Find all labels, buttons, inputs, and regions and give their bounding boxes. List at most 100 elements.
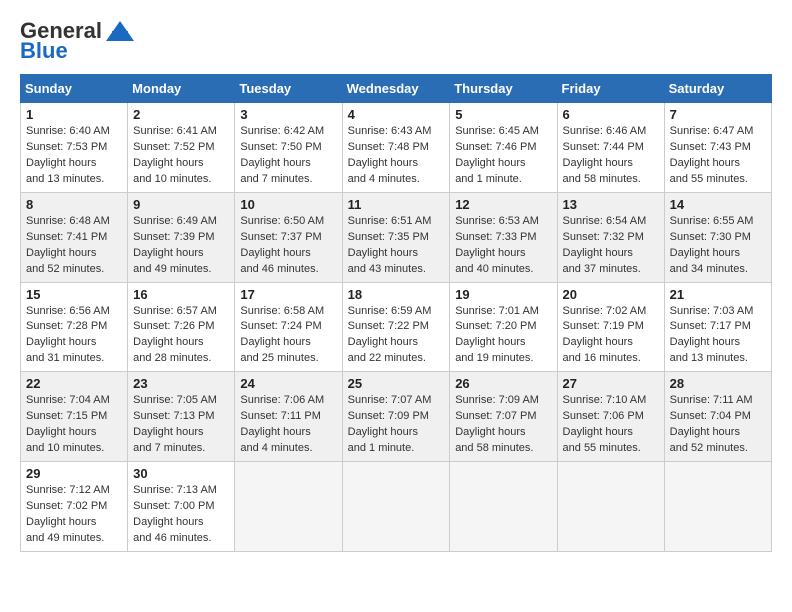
- calendar-cell: 22 Sunrise: 7:04 AMSunset: 7:15 PMDaylig…: [21, 372, 128, 462]
- calendar-cell: 14 Sunrise: 6:55 AMSunset: 7:30 PMDaylig…: [664, 192, 771, 282]
- calendar-week-4: 22 Sunrise: 7:04 AMSunset: 7:15 PMDaylig…: [21, 372, 772, 462]
- day-detail: Sunrise: 6:45 AMSunset: 7:46 PMDaylight …: [455, 125, 539, 185]
- calendar-cell: 25 Sunrise: 7:07 AMSunset: 7:09 PMDaylig…: [342, 372, 450, 462]
- day-number: 7: [670, 107, 766, 122]
- day-detail: Sunrise: 6:42 AMSunset: 7:50 PMDaylight …: [240, 125, 324, 185]
- weekday-header-tuesday: Tuesday: [235, 75, 342, 103]
- calendar-cell: 4 Sunrise: 6:43 AMSunset: 7:48 PMDayligh…: [342, 103, 450, 193]
- day-number: 23: [133, 376, 229, 391]
- calendar-cell: 19 Sunrise: 7:01 AMSunset: 7:20 PMDaylig…: [450, 282, 557, 372]
- day-detail: Sunrise: 7:10 AMSunset: 7:06 PMDaylight …: [563, 394, 647, 454]
- day-number: 17: [240, 287, 336, 302]
- calendar-cell: 30 Sunrise: 7:13 AMSunset: 7:00 PMDaylig…: [128, 462, 235, 552]
- day-detail: Sunrise: 7:05 AMSunset: 7:13 PMDaylight …: [133, 394, 217, 454]
- calendar-week-5: 29 Sunrise: 7:12 AMSunset: 7:02 PMDaylig…: [21, 462, 772, 552]
- day-number: 22: [26, 376, 122, 391]
- day-detail: Sunrise: 7:01 AMSunset: 7:20 PMDaylight …: [455, 305, 539, 365]
- day-detail: Sunrise: 6:56 AMSunset: 7:28 PMDaylight …: [26, 305, 110, 365]
- calendar-cell: 1 Sunrise: 6:40 AMSunset: 7:53 PMDayligh…: [21, 103, 128, 193]
- weekday-header-monday: Monday: [128, 75, 235, 103]
- day-number: 28: [670, 376, 766, 391]
- day-number: 15: [26, 287, 122, 302]
- weekday-header-wednesday: Wednesday: [342, 75, 450, 103]
- calendar-week-2: 8 Sunrise: 6:48 AMSunset: 7:41 PMDayligh…: [21, 192, 772, 282]
- day-detail: Sunrise: 6:46 AMSunset: 7:44 PMDaylight …: [563, 125, 647, 185]
- calendar-cell: 5 Sunrise: 6:45 AMSunset: 7:46 PMDayligh…: [450, 103, 557, 193]
- calendar-cell: 17 Sunrise: 6:58 AMSunset: 7:24 PMDaylig…: [235, 282, 342, 372]
- day-detail: Sunrise: 7:06 AMSunset: 7:11 PMDaylight …: [240, 394, 324, 454]
- day-detail: Sunrise: 6:48 AMSunset: 7:41 PMDaylight …: [26, 215, 110, 275]
- day-detail: Sunrise: 6:59 AMSunset: 7:22 PMDaylight …: [348, 305, 432, 365]
- day-detail: Sunrise: 6:43 AMSunset: 7:48 PMDaylight …: [348, 125, 432, 185]
- weekday-header-sunday: Sunday: [21, 75, 128, 103]
- day-detail: Sunrise: 7:04 AMSunset: 7:15 PMDaylight …: [26, 394, 110, 454]
- day-detail: Sunrise: 6:53 AMSunset: 7:33 PMDaylight …: [455, 215, 539, 275]
- day-detail: Sunrise: 6:58 AMSunset: 7:24 PMDaylight …: [240, 305, 324, 365]
- day-detail: Sunrise: 7:13 AMSunset: 7:00 PMDaylight …: [133, 484, 217, 544]
- calendar-cell: 10 Sunrise: 6:50 AMSunset: 7:37 PMDaylig…: [235, 192, 342, 282]
- calendar-cell: 26 Sunrise: 7:09 AMSunset: 7:07 PMDaylig…: [450, 372, 557, 462]
- day-detail: Sunrise: 6:54 AMSunset: 7:32 PMDaylight …: [563, 215, 647, 275]
- day-number: 16: [133, 287, 229, 302]
- day-number: 25: [348, 376, 445, 391]
- calendar-cell: [664, 462, 771, 552]
- day-detail: Sunrise: 7:07 AMSunset: 7:09 PMDaylight …: [348, 394, 432, 454]
- day-detail: Sunrise: 6:49 AMSunset: 7:39 PMDaylight …: [133, 215, 217, 275]
- day-number: 24: [240, 376, 336, 391]
- day-detail: Sunrise: 6:57 AMSunset: 7:26 PMDaylight …: [133, 305, 217, 365]
- calendar-cell: 12 Sunrise: 6:53 AMSunset: 7:33 PMDaylig…: [450, 192, 557, 282]
- day-number: 18: [348, 287, 445, 302]
- calendar-cell: 23 Sunrise: 7:05 AMSunset: 7:13 PMDaylig…: [128, 372, 235, 462]
- calendar-table: SundayMondayTuesdayWednesdayThursdayFrid…: [20, 74, 772, 552]
- calendar-cell: [450, 462, 557, 552]
- day-number: 1: [26, 107, 122, 122]
- calendar-header-row: SundayMondayTuesdayWednesdayThursdayFrid…: [21, 75, 772, 103]
- calendar-cell: 15 Sunrise: 6:56 AMSunset: 7:28 PMDaylig…: [21, 282, 128, 372]
- day-number: 27: [563, 376, 659, 391]
- day-number: 29: [26, 466, 122, 481]
- calendar-cell: 6 Sunrise: 6:46 AMSunset: 7:44 PMDayligh…: [557, 103, 664, 193]
- logo: General Blue: [20, 20, 134, 64]
- calendar-week-1: 1 Sunrise: 6:40 AMSunset: 7:53 PMDayligh…: [21, 103, 772, 193]
- day-number: 5: [455, 107, 551, 122]
- day-number: 11: [348, 197, 445, 212]
- calendar-cell: 24 Sunrise: 7:06 AMSunset: 7:11 PMDaylig…: [235, 372, 342, 462]
- day-detail: Sunrise: 6:50 AMSunset: 7:37 PMDaylight …: [240, 215, 324, 275]
- day-number: 12: [455, 197, 551, 212]
- day-number: 4: [348, 107, 445, 122]
- day-detail: Sunrise: 7:11 AMSunset: 7:04 PMDaylight …: [670, 394, 753, 454]
- day-detail: Sunrise: 7:09 AMSunset: 7:07 PMDaylight …: [455, 394, 539, 454]
- logo-icon: [106, 21, 134, 41]
- day-detail: Sunrise: 6:47 AMSunset: 7:43 PMDaylight …: [670, 125, 754, 185]
- page-header: General Blue: [20, 20, 772, 64]
- day-number: 14: [670, 197, 766, 212]
- logo-blue: Blue: [20, 38, 68, 64]
- weekday-header-thursday: Thursday: [450, 75, 557, 103]
- day-number: 10: [240, 197, 336, 212]
- calendar-cell: 29 Sunrise: 7:12 AMSunset: 7:02 PMDaylig…: [21, 462, 128, 552]
- calendar-week-3: 15 Sunrise: 6:56 AMSunset: 7:28 PMDaylig…: [21, 282, 772, 372]
- day-number: 21: [670, 287, 766, 302]
- day-number: 6: [563, 107, 659, 122]
- calendar-cell: 9 Sunrise: 6:49 AMSunset: 7:39 PMDayligh…: [128, 192, 235, 282]
- calendar-cell: 8 Sunrise: 6:48 AMSunset: 7:41 PMDayligh…: [21, 192, 128, 282]
- day-number: 2: [133, 107, 229, 122]
- day-number: 20: [563, 287, 659, 302]
- calendar-cell: [557, 462, 664, 552]
- calendar-cell: 21 Sunrise: 7:03 AMSunset: 7:17 PMDaylig…: [664, 282, 771, 372]
- day-detail: Sunrise: 7:03 AMSunset: 7:17 PMDaylight …: [670, 305, 754, 365]
- day-detail: Sunrise: 6:41 AMSunset: 7:52 PMDaylight …: [133, 125, 217, 185]
- calendar-cell: [342, 462, 450, 552]
- calendar-cell: [235, 462, 342, 552]
- day-number: 30: [133, 466, 229, 481]
- day-number: 9: [133, 197, 229, 212]
- calendar-cell: 20 Sunrise: 7:02 AMSunset: 7:19 PMDaylig…: [557, 282, 664, 372]
- day-number: 19: [455, 287, 551, 302]
- calendar-cell: 16 Sunrise: 6:57 AMSunset: 7:26 PMDaylig…: [128, 282, 235, 372]
- day-number: 3: [240, 107, 336, 122]
- calendar-cell: 11 Sunrise: 6:51 AMSunset: 7:35 PMDaylig…: [342, 192, 450, 282]
- day-number: 8: [26, 197, 122, 212]
- calendar-cell: 7 Sunrise: 6:47 AMSunset: 7:43 PMDayligh…: [664, 103, 771, 193]
- calendar-cell: 27 Sunrise: 7:10 AMSunset: 7:06 PMDaylig…: [557, 372, 664, 462]
- calendar-cell: 13 Sunrise: 6:54 AMSunset: 7:32 PMDaylig…: [557, 192, 664, 282]
